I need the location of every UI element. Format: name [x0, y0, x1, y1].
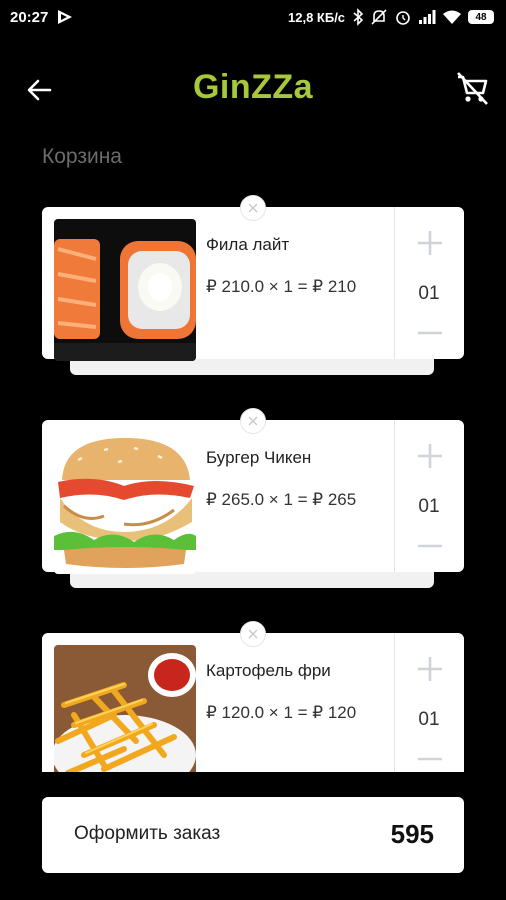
cart-item: Бургер Чикен ₽ 265.0 × 1 = ₽ 265 01	[42, 408, 464, 588]
close-icon	[248, 416, 258, 426]
decrease-qty-button[interactable]	[414, 534, 446, 558]
increase-qty-button[interactable]	[414, 440, 446, 472]
checkout-label: Оформить заказ	[74, 823, 221, 844]
close-icon	[248, 629, 258, 639]
item-quantity: 01	[418, 496, 440, 517]
status-icons: 48	[352, 7, 494, 27]
cart-item: Фила лайт ₽ 210.0 × 1 = ₽ 210 01	[42, 195, 464, 375]
item-name: Фила лайт	[206, 235, 290, 254]
item-quantity: 01	[418, 709, 440, 730]
french-fries-image	[54, 645, 196, 772]
item-price-line: ₽ 210.0 × 1 = ₽ 210	[206, 277, 357, 296]
status-bar: 20:27 12,8 КБ/с 48	[0, 0, 506, 34]
card-divider	[394, 633, 395, 772]
remove-item-button[interactable]	[240, 195, 266, 221]
battery-icon: 48	[468, 10, 494, 24]
decrease-qty-button[interactable]	[414, 321, 446, 345]
status-time: 20:27	[10, 9, 49, 26]
decrease-qty-button[interactable]	[414, 747, 446, 771]
checkout-button[interactable]: Оформить заказ 595	[42, 797, 464, 873]
wifi-icon	[442, 9, 462, 25]
cart-section-title: Корзина	[42, 145, 122, 168]
cart-item: Картофель фри ₽ 120.0 × 1 = ₽ 120 01	[42, 621, 464, 772]
remove-item-button[interactable]	[240, 621, 266, 647]
mute-icon	[370, 8, 388, 26]
signal-icon	[418, 9, 436, 25]
order-total: 595	[390, 819, 434, 849]
status-net-speed: 12,8 КБ/с	[288, 10, 346, 25]
item-name: Бургер Чикен	[206, 448, 312, 467]
item-name: Картофель фри	[206, 661, 331, 680]
app-notification-icon	[58, 10, 72, 24]
clear-cart-icon[interactable]	[452, 68, 492, 108]
item-price-line: ₽ 120.0 × 1 = ₽ 120	[206, 703, 357, 722]
alarm-icon	[394, 8, 412, 26]
item-price-line: ₽ 265.0 × 1 = ₽ 265	[206, 490, 357, 509]
bluetooth-icon	[352, 8, 364, 26]
chicken-burger-image	[54, 432, 196, 574]
close-icon	[248, 203, 258, 213]
remove-item-button[interactable]	[240, 408, 266, 434]
sushi-roll-image	[54, 219, 196, 361]
app-header: GinZZa	[0, 50, 506, 130]
increase-qty-button[interactable]	[414, 653, 446, 685]
item-quantity: 01	[418, 283, 440, 304]
app-title: GinZZa	[192, 68, 314, 106]
increase-qty-button[interactable]	[414, 227, 446, 259]
cart-list[interactable]: Фила лайт ₽ 210.0 × 1 = ₽ 210 01 Бургер …	[0, 195, 506, 772]
